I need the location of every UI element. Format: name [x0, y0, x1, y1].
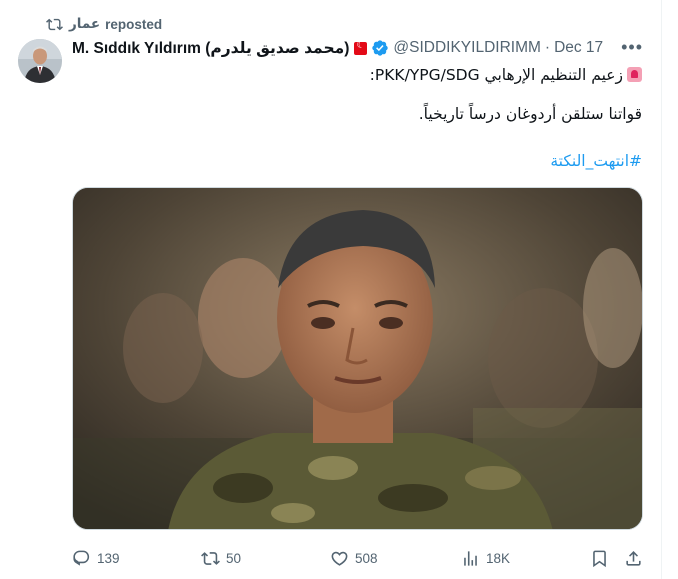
tweet-date[interactable]: Dec 17 [554, 39, 603, 57]
repost-icon [201, 551, 220, 565]
avatar[interactable] [18, 39, 62, 83]
like-icon [331, 551, 348, 566]
bookmark-icon [593, 550, 606, 567]
avatar-photo [18, 39, 62, 83]
more-icon[interactable]: ••• [621, 37, 643, 58]
author-handle[interactable]: @SIDDIKYILDIRIMM [393, 39, 541, 57]
tweet-text-line1: زعيم التنظيم الإرهابي PKK/YPG/SDG: [72, 65, 642, 85]
repost-button[interactable]: 50 [201, 546, 241, 570]
repost-user[interactable]: عمار [69, 16, 100, 32]
like-count: 508 [355, 550, 378, 566]
repost-count: 50 [226, 550, 242, 566]
author-name[interactable]: M. Sıddık Yıldırım (محمد صديق يلدرم) [72, 39, 349, 58]
turkey-flag-icon [354, 40, 368, 55]
repost-indicator[interactable]: عمار reposted [46, 14, 162, 34]
bookmark-button[interactable] [590, 546, 615, 570]
tweet-card[interactable]: عمار reposted M. Sıddık Yıldırım (محمد ص… [0, 0, 662, 579]
action-bar: 139 50 508 18K [72, 546, 642, 570]
views-icon [464, 550, 477, 566]
reply-count: 139 [97, 550, 120, 566]
tweet-header: M. Sıddık Yıldırım (محمد صديق يلدرم) @SI… [72, 37, 643, 59]
repost-icon [46, 18, 63, 30]
share-button[interactable] [624, 546, 649, 570]
verified-badge-icon[interactable] [371, 39, 389, 57]
views-button[interactable]: 18K [461, 546, 510, 570]
hashtag-link[interactable]: #انتهت_النكتة [72, 151, 642, 171]
reply-icon [73, 550, 90, 566]
like-button[interactable]: 508 [330, 546, 378, 570]
siren-icon [627, 67, 642, 82]
reply-button[interactable]: 139 [72, 546, 120, 570]
views-count: 18K [486, 550, 511, 566]
tweet-media-photo[interactable] [72, 187, 643, 530]
repost-label: reposted [105, 16, 163, 32]
share-icon [626, 550, 641, 566]
tweet-text-line2: قواتنا ستلقن أردوغان درساً تاريخياً. [418, 105, 642, 123]
photo-man-in-camouflage [73, 188, 642, 529]
tweet-line1-text: زعيم التنظيم الإرهابي PKK/YPG/SDG: [369, 66, 623, 84]
